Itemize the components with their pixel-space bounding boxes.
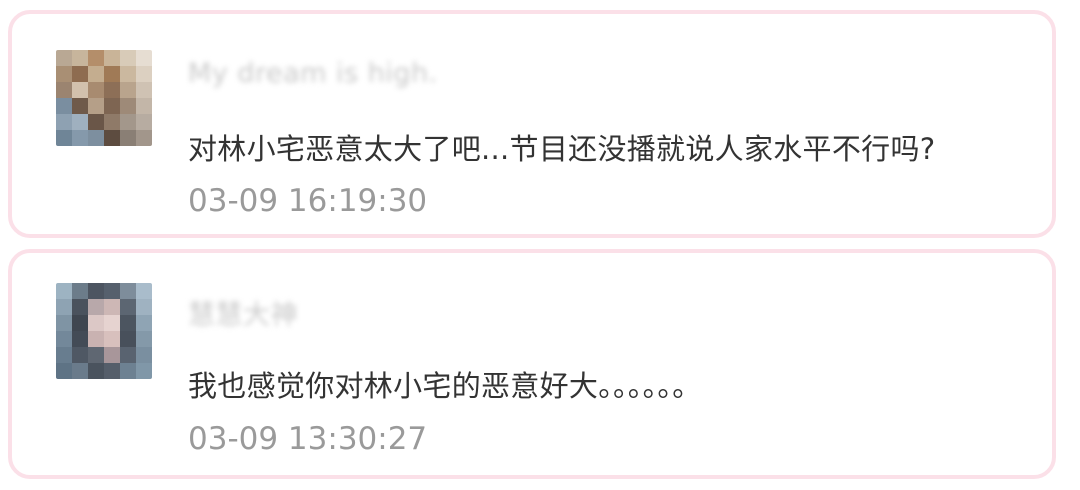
timestamp: 03-09 13:30:27: [188, 421, 428, 457]
comment-card: My dream is high. 对林小宅恶意太大了吧...节目还没播就说人家…: [8, 10, 1056, 238]
username[interactable]: 慧慧大神: [188, 293, 298, 332]
comment-text: 我也感觉你对林小宅的恶意好大。。。。。。: [188, 369, 702, 403]
comment-card: 慧慧大神 我也感觉你对林小宅的恶意好大。。。。。。 03-09 13:30:27: [8, 249, 1056, 479]
avatar[interactable]: [56, 283, 152, 379]
timestamp: 03-09 16:19:30: [188, 183, 428, 219]
avatar[interactable]: [56, 50, 152, 146]
comment-text: 对林小宅恶意太大了吧...节目还没播就说人家水平不行吗?: [188, 132, 936, 166]
username[interactable]: My dream is high.: [188, 58, 438, 89]
